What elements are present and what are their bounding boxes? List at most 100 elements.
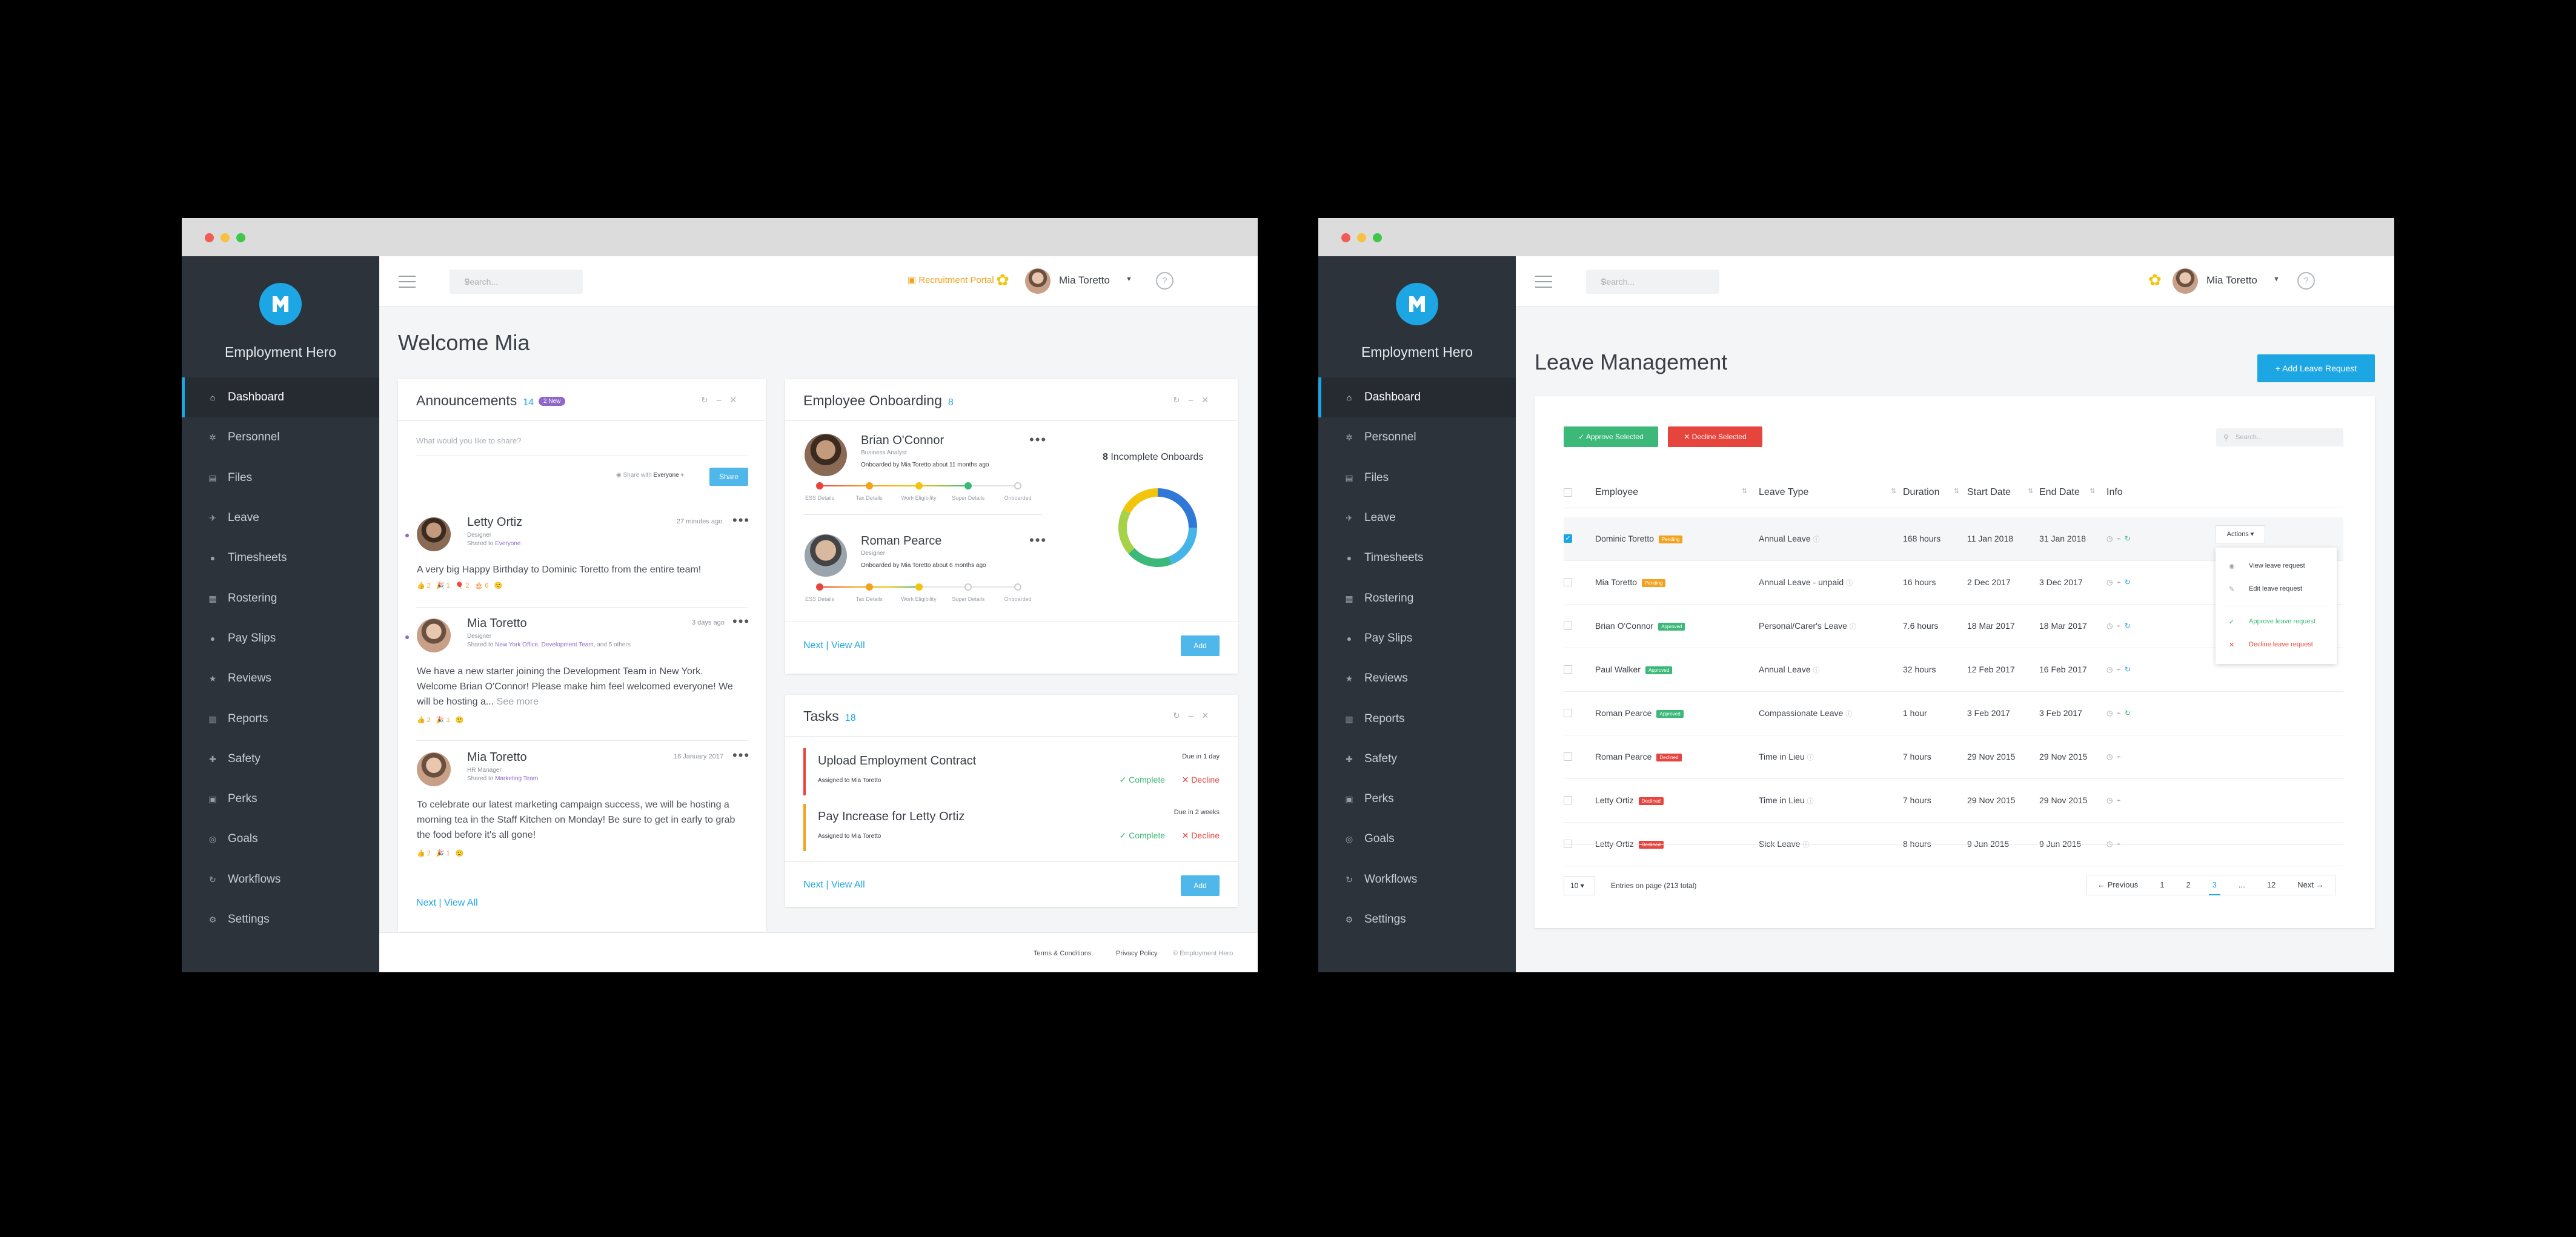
maximize-window-button[interactable] — [1373, 233, 1382, 242]
sidebar-item-safety[interactable]: ✚ Safety — [182, 739, 379, 779]
refresh-icon[interactable]: ↻ — [1173, 711, 1189, 720]
info-icon[interactable]: ⓘ — [1850, 623, 1856, 631]
refresh-icon[interactable]: ↻ — [1173, 395, 1189, 405]
sidebar-item-timesheets[interactable]: ● Timesheets — [182, 538, 379, 578]
info-icon[interactable]: ⓘ — [1846, 580, 1853, 587]
add-button[interactable]: Add — [1181, 635, 1220, 656]
info-icons[interactable]: ◷⌁↻ — [2106, 578, 2134, 586]
menu-item-decline[interactable]: Decline leave request — [2249, 641, 2313, 648]
sync-icon[interactable]: ↻ — [2125, 709, 2134, 717]
complete-task-button[interactable]: ✓ Complete — [1119, 775, 1165, 785]
row-checkbox[interactable] — [1564, 840, 1572, 848]
more-options-icon[interactable]: ••• — [732, 514, 750, 527]
sidebar-item-reviews[interactable]: ★ Reviews — [1318, 658, 1516, 698]
sync-icon[interactable]: ↻ — [2125, 665, 2134, 674]
sidebar-item-pay-slips[interactable]: ● Pay Slips — [182, 618, 379, 658]
maximize-window-button[interactable] — [236, 233, 245, 242]
sync-icon[interactable]: ↻ — [2125, 622, 2134, 630]
sidebar-item-timesheets[interactable]: ● Timesheets — [1318, 538, 1516, 578]
task-title[interactable]: Upload Employment Contract — [818, 754, 976, 768]
sidebar-item-personnel[interactable]: ✲ Personnel — [182, 417, 379, 457]
employee-cell[interactable]: Dominic Toretto Pending — [1595, 534, 1683, 543]
decline-task-button[interactable]: ✕ Decline — [1182, 831, 1220, 841]
help-icon[interactable]: ? — [1156, 272, 1173, 290]
sidebar-item-files[interactable]: ▤ Files — [1318, 458, 1516, 498]
sidebar-item-reviews[interactable]: ★ Reviews — [182, 658, 379, 698]
attachment-icon[interactable]: ⌁ — [2116, 534, 2124, 543]
info-icon[interactable]: ⓘ — [1807, 754, 1814, 761]
clock-icon[interactable]: ◷ — [2106, 752, 2116, 761]
table-row[interactable]: Letty Ortiz Declined Time in Lieu ⓘ 7 hours… — [1564, 779, 2343, 823]
employee-name[interactable]: Paul Walker — [1595, 665, 1641, 674]
minimize-icon[interactable]: – — [1189, 711, 1202, 720]
decline-task-button[interactable]: ✕ Decline — [1182, 775, 1220, 785]
view-all-link[interactable]: View All — [444, 898, 478, 908]
employee-name[interactable]: Brian O'Connor — [1595, 621, 1653, 631]
info-icons[interactable]: ◷⌁ — [2106, 840, 2125, 848]
close-icon[interactable]: ✕ — [730, 395, 746, 405]
audience-extra[interactable]: and 5 others — [597, 642, 631, 648]
see-more-link[interactable]: See more — [497, 697, 539, 707]
table-row[interactable]: Roman Pearce Approved Compassionate Leave … — [1564, 692, 2343, 735]
employee-name[interactable]: Mia Toretto — [1595, 577, 1637, 587]
sidebar-item-workflows[interactable]: ↻ Workflows — [182, 860, 379, 900]
share-with-select[interactable]: ◉ Share with Everyone ▾ — [616, 472, 684, 479]
next-link[interactable]: Next — [803, 640, 823, 651]
view-all-link[interactable]: View All — [831, 880, 865, 890]
info-icons[interactable]: ◷⌁↻ — [2106, 622, 2134, 630]
sort-icon[interactable]: ⇅ — [2028, 487, 2033, 495]
card-tools[interactable]: ↻–✕ — [1173, 711, 1217, 721]
page-1-button[interactable]: 1 — [2149, 875, 2175, 895]
menu-item-edit[interactable]: Edit leave request — [2249, 585, 2302, 592]
view-all-link[interactable]: View All — [831, 640, 865, 651]
sidebar-item-perks[interactable]: ▣ Perks — [1318, 779, 1516, 819]
info-icons[interactable]: ◷⌁↻ — [2106, 709, 2134, 717]
task-item[interactable]: Pay Increase for Letty Ortiz Assigned to… — [803, 804, 1220, 851]
sidebar-item-goals[interactable]: ◎ Goals — [1318, 819, 1516, 859]
more-options-icon[interactable]: ••• — [732, 749, 750, 762]
minimize-icon[interactable]: – — [1189, 395, 1202, 405]
sidebar-item-rostering[interactable]: ▦ Rostering — [182, 578, 379, 618]
info-icon[interactable]: ⓘ — [1802, 841, 1809, 849]
menu-icon[interactable] — [1535, 276, 1552, 288]
info-icon[interactable]: ⓘ — [1813, 667, 1820, 674]
actions-dropdown-button[interactable]: Actions ▾ — [2216, 525, 2265, 543]
recruitment-portal-link[interactable]: ▣ Recruitment Portal — [908, 274, 994, 285]
row-checkbox[interactable] — [1564, 578, 1572, 586]
info-icon[interactable]: ⓘ — [1845, 711, 1852, 718]
sort-icon[interactable]: ⇅ — [1742, 487, 1747, 495]
employment-hero-logo[interactable] — [1396, 283, 1438, 325]
sidebar-item-personnel[interactable]: ✲ Personnel — [1318, 417, 1516, 457]
sidebar-item-goals[interactable]: ◎ Goals — [182, 819, 379, 859]
sidebar-item-leave[interactable]: ✈ Leave — [1318, 498, 1516, 538]
more-options-icon[interactable]: ••• — [1029, 534, 1047, 547]
more-options-icon[interactable]: ••• — [1029, 433, 1047, 446]
next-link[interactable]: Next — [803, 880, 823, 890]
minimize-icon[interactable]: – — [717, 395, 730, 405]
employee-cell[interactable]: Mia Toretto Pending — [1595, 577, 1666, 587]
sidebar-item-reports[interactable]: ▥ Reports — [1318, 698, 1516, 738]
avatar[interactable] — [1025, 268, 1051, 294]
close-icon[interactable]: ✕ — [1202, 395, 1218, 405]
employee-name[interactable]: Letty Ortiz — [1595, 839, 1634, 849]
info-icons[interactable]: ◷⌁↻ — [2106, 665, 2134, 674]
employee-name[interactable]: Letty Ortiz — [1595, 795, 1634, 805]
close-window-button[interactable] — [1341, 233, 1350, 242]
share-button[interactable]: Share — [709, 468, 748, 486]
employee-cell[interactable]: Letty Ortiz Declined — [1595, 795, 1664, 805]
employee-cell[interactable]: Roman Pearce Declined — [1595, 752, 1682, 761]
info-icons[interactable]: ◷⌁ — [2106, 796, 2125, 804]
attachment-icon[interactable]: ⌁ — [2116, 796, 2124, 804]
column-leave-type[interactable]: Leave Type — [1759, 487, 1808, 498]
row-checkbox[interactable] — [1564, 622, 1572, 630]
info-icons[interactable]: ◷⌁↻ — [2106, 534, 2134, 543]
audience-link[interactable]: Everyone — [495, 540, 520, 547]
attachment-icon[interactable]: ⌁ — [2116, 665, 2124, 674]
card-tools[interactable]: ↻–✕ — [701, 395, 745, 405]
employee-cell[interactable]: Brian O'Connor Approved — [1595, 621, 1685, 631]
sidebar-item-safety[interactable]: ✚ Safety — [1318, 739, 1516, 779]
table-search-input[interactable]: ⚲ Search... — [2216, 428, 2343, 446]
close-icon[interactable]: ✕ — [1202, 711, 1218, 720]
avatar[interactable] — [805, 434, 847, 476]
audience-link[interactable]: Marketing Team — [495, 775, 538, 782]
